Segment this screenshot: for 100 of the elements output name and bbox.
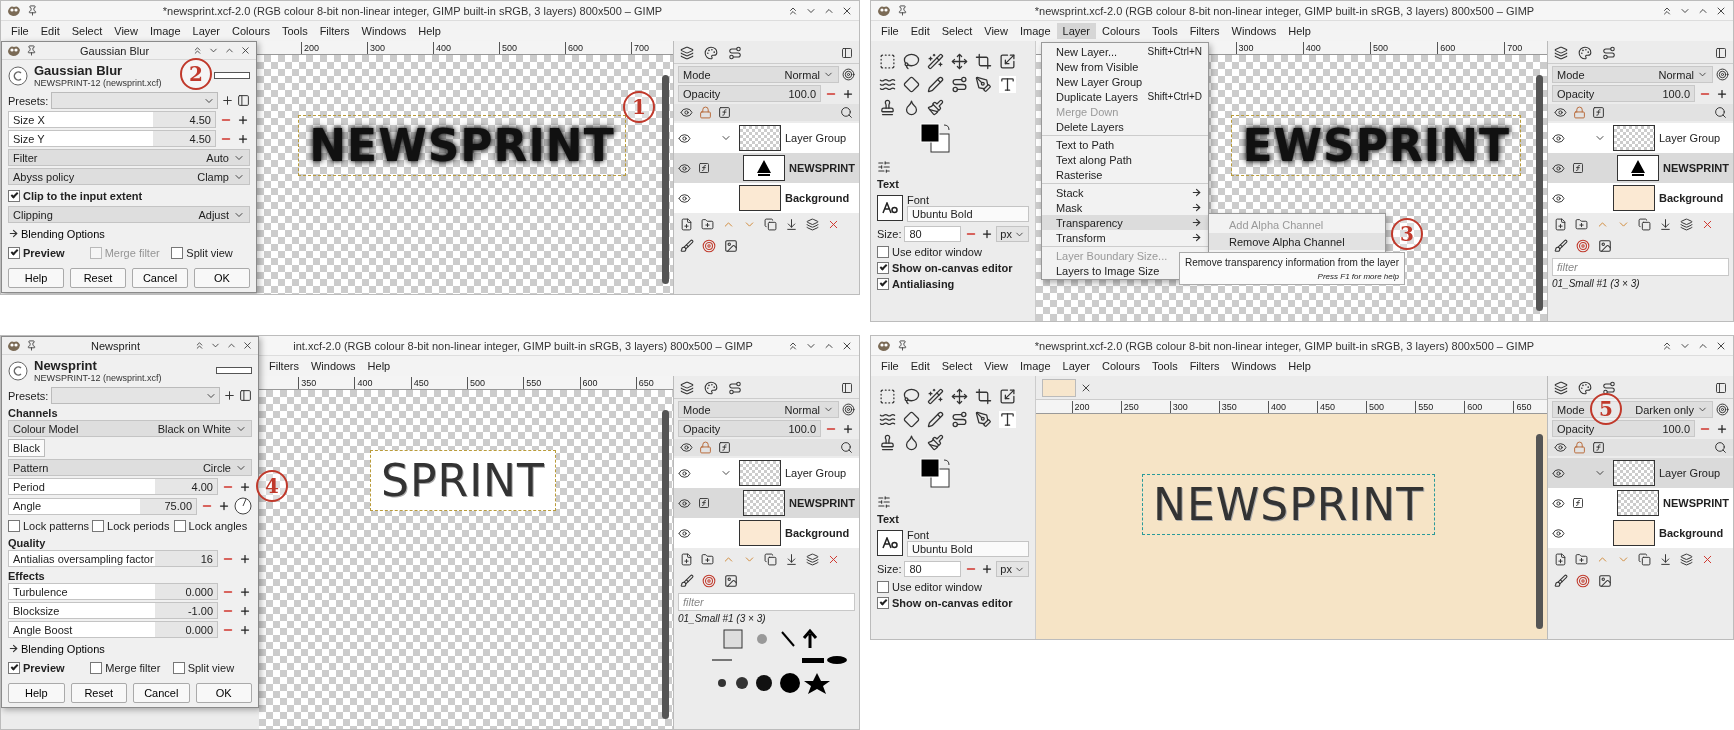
dock-menu-icon[interactable] — [841, 382, 853, 394]
menu-bar-item[interactable]: Select — [935, 358, 979, 374]
opacity-field[interactable]: Opacity 100.0 — [1552, 85, 1695, 102]
mode-dropdown[interactable]: Mode Normal — [678, 66, 839, 83]
dialog-button[interactable]: Reset — [70, 683, 127, 703]
menu-bar-item[interactable]: Select — [935, 23, 979, 39]
menu-bar-item[interactable]: File — [875, 358, 905, 374]
menu-bar-item[interactable]: File — [5, 23, 35, 39]
spin-field[interactable]: Angle Boost 0.000 — [8, 621, 218, 638]
duplicate-icon[interactable] — [1638, 218, 1651, 231]
checkbox[interactable] — [92, 519, 105, 532]
text-tool-icon[interactable] — [999, 411, 1016, 428]
add-preset-icon[interactable] — [223, 389, 236, 402]
menu-item[interactable]: Transform — [1042, 230, 1208, 245]
option-dropdown[interactable]: Colour Model Black on White — [8, 420, 252, 437]
menu-bar-item[interactable]: Help — [1282, 23, 1317, 39]
dialog-button[interactable]: Reset — [70, 268, 126, 288]
dock-menu-icon[interactable] — [1715, 47, 1727, 59]
pin-icon[interactable] — [897, 340, 908, 351]
menu-bar-item[interactable]: Help — [1282, 358, 1317, 374]
checkbox[interactable] — [8, 189, 20, 202]
layer-row[interactable]: NEWSPRINT — [674, 153, 859, 183]
menu-bar-item[interactable]: Edit — [904, 23, 936, 39]
size-field[interactable]: 80 — [904, 561, 962, 577]
menu-bar-item[interactable]: Edit — [904, 358, 936, 374]
rectangle-select-icon[interactable] — [879, 53, 896, 70]
channels-tab-icon[interactable] — [1578, 381, 1592, 395]
menu-bar-item[interactable]: Tools — [1145, 23, 1184, 39]
duplicate-icon[interactable] — [764, 553, 777, 566]
lasso-icon[interactable] — [903, 53, 920, 70]
expander-button[interactable]: Blending Options — [8, 227, 105, 240]
spin-field[interactable]: Angle 75.00 — [8, 497, 197, 515]
visibility-icon[interactable] — [678, 161, 691, 175]
dock-menu-icon[interactable] — [841, 47, 853, 59]
merge-icon[interactable] — [785, 553, 798, 566]
visibility-icon[interactable] — [1552, 526, 1565, 540]
filter-field[interactable]: filter — [1552, 258, 1729, 276]
menu-bar-item[interactable]: Help — [361, 358, 397, 374]
search-icon[interactable] — [1714, 106, 1727, 119]
opacity-field[interactable]: Opacity 100.0 — [1552, 420, 1695, 437]
channels-tab-icon[interactable] — [704, 381, 718, 395]
menu-bar-item[interactable]: View — [108, 23, 144, 39]
channel-tab[interactable]: Black — [8, 439, 45, 457]
checkbox[interactable] — [173, 519, 186, 532]
menu-bar-item[interactable]: Colours — [1096, 358, 1146, 374]
menu-bar-item[interactable]: Filters — [1183, 358, 1226, 374]
menu-bar-item[interactable]: Filters — [313, 23, 356, 39]
menu-bar-item[interactable]: Windows — [1225, 358, 1283, 374]
shade-icon[interactable] — [194, 340, 205, 351]
checkbox[interactable] — [8, 246, 20, 259]
increment-button[interactable] — [980, 227, 994, 241]
move-icon[interactable] — [951, 388, 968, 405]
dialog-button[interactable]: Cancel — [133, 683, 190, 703]
menu-bar-item[interactable]: Filters — [1183, 23, 1226, 39]
checkbox[interactable] — [8, 519, 20, 532]
tool-options-tab-icon[interactable] — [877, 160, 891, 174]
menu-bar-item[interactable]: Image — [1013, 23, 1057, 39]
duplicate-icon[interactable] — [1638, 553, 1651, 566]
new-layer-icon[interactable] — [1554, 553, 1567, 566]
pin-icon[interactable] — [27, 5, 38, 16]
menu-item[interactable]: Remove Alpha Channel — [1209, 233, 1385, 250]
crop-icon[interactable] — [975, 53, 992, 70]
checkbox[interactable] — [171, 246, 184, 259]
menu-item[interactable]: Stack — [1042, 185, 1208, 200]
visibility-icon[interactable] — [678, 526, 691, 540]
menu-item[interactable]: New Layer... Shift+Ctrl+N — [1042, 44, 1208, 59]
magic-wand-icon[interactable] — [927, 388, 944, 405]
checkbox[interactable] — [8, 661, 20, 674]
menu-bar-item[interactable]: Colours — [1096, 23, 1146, 39]
pin-icon[interactable] — [26, 45, 37, 56]
layer-row[interactable]: Layer Group — [1548, 458, 1733, 488]
new-group-icon[interactable] — [1575, 553, 1588, 566]
scrollbar[interactable] — [662, 75, 669, 284]
menu-item[interactable]: Delete Layers — [1042, 119, 1208, 134]
add-preset-icon[interactable] — [221, 94, 234, 107]
pin-icon[interactable] — [26, 340, 37, 351]
menu-item[interactable]: New from Visible — [1042, 59, 1208, 74]
visibility-icon[interactable] — [1552, 466, 1565, 480]
dock-menu-icon[interactable] — [1715, 382, 1727, 394]
menu-bar-item[interactable]: Layer — [1056, 358, 1097, 374]
filter-field[interactable]: filter — [678, 593, 855, 611]
pencil-icon[interactable] — [927, 76, 944, 93]
layers-tab-icon[interactable] — [680, 381, 694, 395]
layers-tab-icon[interactable] — [680, 46, 694, 60]
channels-tab-icon[interactable] — [1578, 46, 1592, 60]
menu-bar-item[interactable]: Windows — [1225, 23, 1283, 39]
rectangle-select-icon[interactable] — [879, 388, 896, 405]
dialog-button[interactable]: OK — [194, 268, 250, 288]
new-group-icon[interactable] — [701, 218, 714, 231]
checkbox[interactable] — [877, 581, 889, 593]
spin-field[interactable]: Turbulence 0.000 — [8, 583, 218, 600]
new-layer-icon[interactable] — [680, 553, 693, 566]
checkbox[interactable] — [877, 597, 889, 609]
delete-icon[interactable] — [1701, 218, 1714, 231]
opacity-field[interactable]: Opacity 100.0 — [678, 85, 821, 102]
preset-menu-icon[interactable] — [237, 94, 250, 107]
visibility-icon[interactable] — [1552, 161, 1565, 175]
scrollbar[interactable] — [1536, 75, 1543, 311]
option-dropdown[interactable]: Clipping Adjust — [8, 206, 250, 223]
font-icon[interactable] — [877, 530, 903, 556]
